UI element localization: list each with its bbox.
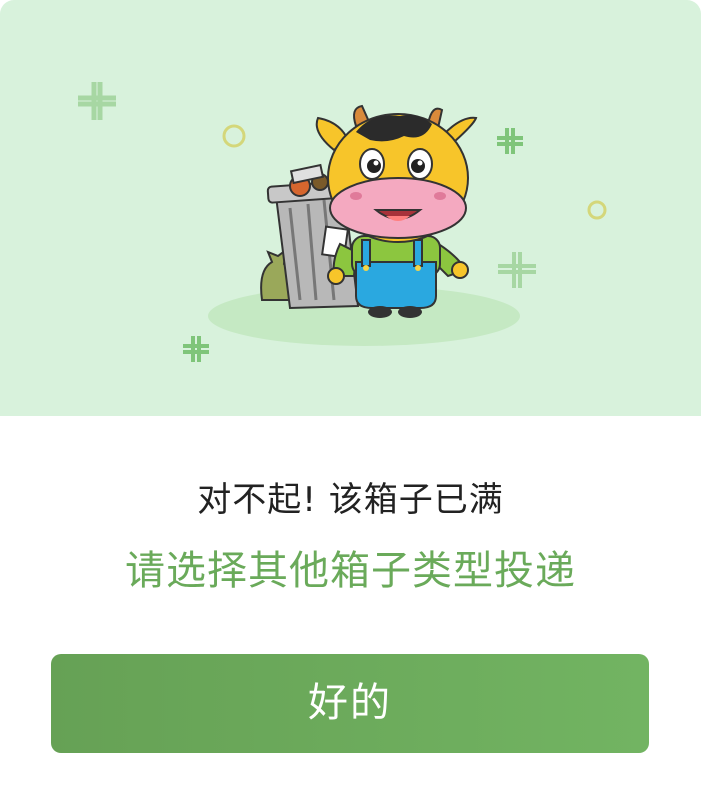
circle-icon xyxy=(222,124,246,148)
full-box-dialog: 对不起! 该箱子已满 请选择其他箱子类型投递 好的 xyxy=(0,0,701,800)
dialog-message: 请选择其他箱子类型投递 xyxy=(125,548,576,594)
circle-icon xyxy=(587,200,607,220)
sparkle-icon xyxy=(183,336,209,362)
sparkle-icon xyxy=(78,82,116,120)
sparkle-icon xyxy=(497,128,523,154)
illustration-panel xyxy=(0,0,701,416)
sparkle-icon xyxy=(498,252,536,288)
confirm-button[interactable]: 好的 xyxy=(51,654,649,753)
dialog-title: 对不起! 该箱子已满 xyxy=(197,480,504,520)
cow-mascot-with-full-trash-can-icon xyxy=(78,82,607,362)
